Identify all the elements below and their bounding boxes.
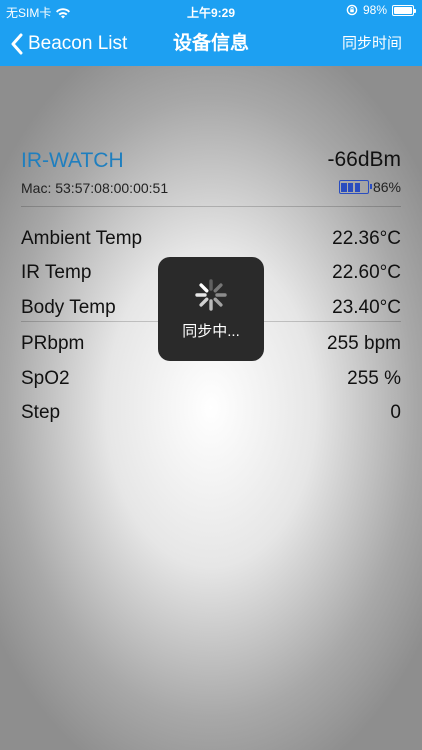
rssi-value: -66dBm (327, 148, 401, 171)
status-bar: 无SIM卡 上午9:29 98% (0, 0, 422, 22)
status-right: 98% (346, 3, 416, 17)
battery-icon (392, 4, 416, 16)
reading-row-ambient-temp: Ambient Temp 22.36°C (21, 228, 401, 252)
reading-row-spo2: SpO2 255 % (21, 368, 401, 392)
sync-time-button[interactable]: 同步时间 (342, 22, 402, 66)
orientation-lock-icon (346, 4, 358, 16)
reading-value: 22.36°C (332, 228, 401, 249)
reading-label: IR Temp (21, 262, 92, 283)
reading-label: Step (21, 402, 61, 423)
nav-bar: Beacon List 设备信息 同步时间 (0, 22, 422, 66)
reading-label: Ambient Temp (21, 228, 143, 249)
device-name: IR-WATCH (21, 149, 124, 172)
divider (21, 206, 401, 207)
reading-value: 23.40°C (332, 297, 401, 318)
reading-value: 255 % (347, 368, 401, 389)
device-info-content: IR-WATCH -66dBm Mac: 53:57:08:00:00:51 8… (0, 66, 422, 750)
reading-row-step: Step 0 (21, 402, 401, 426)
reading-label: SpO2 (21, 368, 70, 389)
sync-progress-hud: 同步中... (158, 257, 264, 361)
mac-address: Mac: 53:57:08:00:00:51 (21, 180, 169, 196)
reading-value: 255 bpm (327, 333, 401, 354)
reading-value: 0 (390, 402, 401, 423)
device-battery: 86% (338, 179, 401, 195)
hud-message: 同步中... (182, 323, 240, 340)
back-chevron-icon (11, 33, 23, 55)
back-button-label: Beacon List (28, 33, 128, 54)
device-battery-percent: 86% (372, 179, 401, 195)
reading-value: 22.60°C (332, 262, 401, 283)
reading-label: Body Temp (21, 297, 116, 318)
status-battery-percent: 98% (362, 3, 387, 17)
spinner-icon (195, 279, 227, 311)
back-button[interactable]: Beacon List (10, 22, 127, 66)
battery-icon (338, 180, 372, 194)
reading-label: PRbpm (21, 333, 85, 354)
